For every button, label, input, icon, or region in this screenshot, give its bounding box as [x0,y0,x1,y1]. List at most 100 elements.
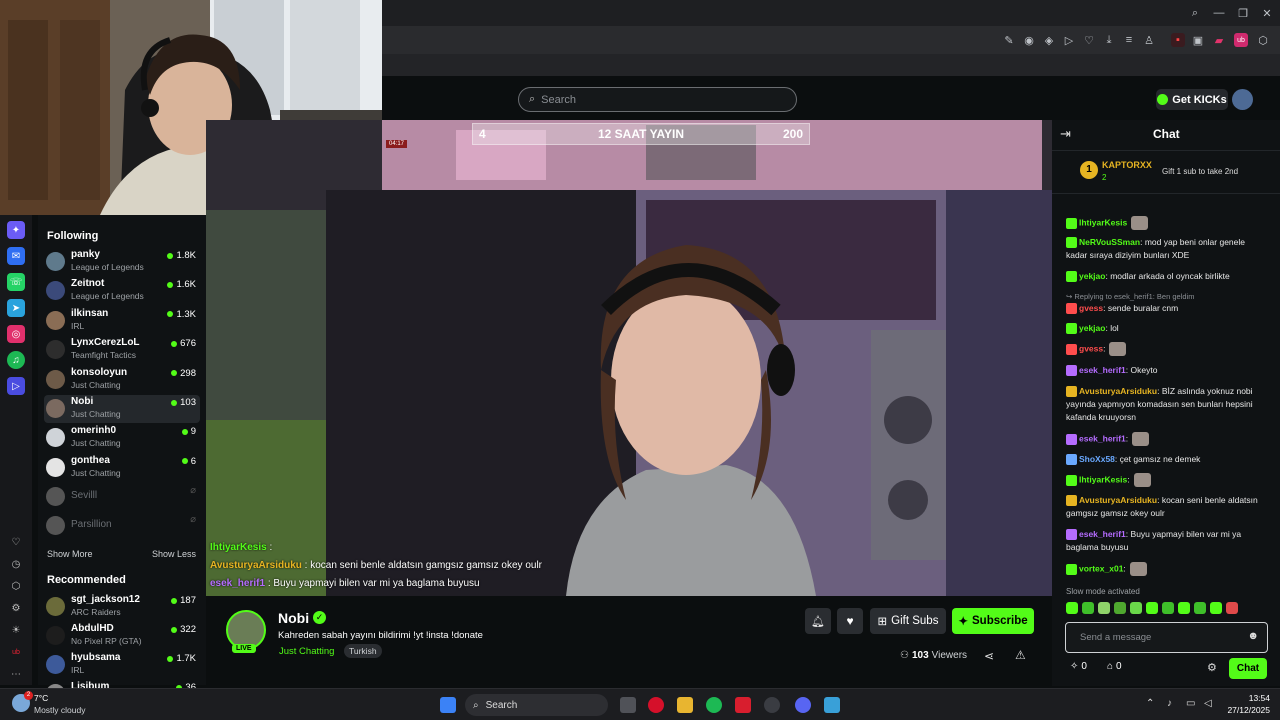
video-player[interactable]: 4 12 SAAT YAYIN 200 04:17 IhtiyarKesis :… [206,120,1052,596]
play-icon[interactable]: ▷ [1062,33,1076,47]
emote-icon[interactable] [1226,602,1238,614]
ublock-icon[interactable]: ub [7,643,25,661]
share-icon[interactable]: ⋖ [984,649,994,663]
sidebar-channel[interactable]: panky League of Legends 1.8K [44,248,200,276]
file-explorer-icon[interactable] [677,697,693,713]
settings-icon[interactable]: ⚙ [7,599,25,617]
sidebar-channel[interactable]: Zeitnot League of Legends 1.6K [44,277,200,305]
clock-time[interactable]: 13:54 [1222,693,1270,703]
sidebar-offline-channel[interactable]: Sevilll ⌀ [44,483,200,511]
channel-name[interactable]: Nobi [278,610,309,626]
close-icon[interactable]: ✕ [1260,6,1274,20]
category-link[interactable]: Just Chatting [279,646,334,657]
more-icon[interactable]: ⋯ [7,665,25,683]
extension-icon[interactable]: ▰ [1212,33,1226,47]
store-counter[interactable]: ⌂ 0 [1107,661,1122,672]
chat-username[interactable]: esek_herif1 [1079,529,1126,539]
chat-username[interactable]: gvess [1079,343,1103,353]
emote-icon[interactable] [1098,602,1110,614]
chat-username[interactable]: esek_herif1 [1079,433,1126,443]
notification-bell-button[interactable]: 🔔︎ [805,608,831,634]
history-icon[interactable]: ◷ [7,555,25,573]
emote-icon[interactable] [1146,602,1158,614]
emote-icon[interactable] [1194,602,1206,614]
sidebar-channel[interactable]: gonthea Just Chatting 6 [44,454,200,482]
chat-username[interactable]: yekjao [1079,323,1105,333]
sidebar-channel[interactable]: konsoloyun Just Chatting 298 [44,366,200,394]
chat-username[interactable]: ShoXx58 [1079,454,1115,464]
user-avatar[interactable] [1232,89,1253,110]
sidebar-channel[interactable]: ilkinsan IRL 1.3K [44,307,200,335]
player-icon[interactable]: ▷ [7,377,25,395]
sidebar-channel[interactable]: LynxCerezLoL Teamfight Tactics 676 [44,336,200,364]
collapse-chat-icon[interactable]: ⇥ [1060,126,1071,142]
chat-username[interactable]: esek_herif1 [1079,365,1126,375]
sidebar-channel[interactable]: Nobi Just Chatting 103 [44,395,200,423]
follow-button[interactable]: ♥ [837,608,863,634]
minimize-icon[interactable]: — [1212,6,1226,20]
gift-subs-button[interactable]: ⊞ Gift Subs [870,608,946,634]
steam-icon[interactable] [764,697,780,713]
download-icon[interactable]: ⤓ [1102,33,1116,47]
sidebar-channel[interactable]: hyubsama IRL 1.7K [44,651,200,679]
leaderboard-user[interactable]: KAPTORXX [1102,160,1152,170]
sidebar-channel[interactable]: omerinh0 Just Chatting 9 [44,424,200,452]
sidebar-channel[interactable]: AbdulHD No Pixel RP (GTA) 322 [44,622,200,650]
chat-username[interactable]: NeRVouSSman [1079,237,1140,247]
cube-icon[interactable]: ⬡ [7,577,25,595]
chat-username[interactable]: yekjao [1079,271,1105,281]
chat-username[interactable]: AvusturyaArsiduku [1079,495,1157,505]
points-counter[interactable]: ✧ 0 [1070,661,1087,672]
chat-username[interactable]: vortex_x01 [1079,563,1123,573]
telegram-icon[interactable]: ➤ [7,299,25,317]
extension-icon[interactable]: ub [1234,33,1248,47]
camera-icon[interactable]: ◉ [1022,33,1036,47]
emote-icon[interactable] [1114,602,1126,614]
spotify-icon[interactable] [706,697,722,713]
show-less-button[interactable]: Show Less [152,549,196,559]
extension-icon[interactable]: ▪ [1171,33,1185,47]
volume-icon[interactable]: ◁ [1204,698,1212,709]
emote-icon[interactable] [1210,602,1222,614]
profile-icon[interactable]: ♙ [1142,33,1156,47]
search-input[interactable]: ⌕ Search [518,87,797,112]
language-tag[interactable]: Turkish [344,644,382,658]
maximize-icon[interactable]: ❐ [1236,6,1250,20]
app-icon[interactable] [735,697,751,713]
emote-icon[interactable] [1178,602,1190,614]
extension-icon[interactable]: ▣ [1191,33,1205,47]
spotify-icon[interactable]: ♫ [7,351,25,369]
emote-icon[interactable] [1130,602,1142,614]
edit-icon[interactable]: ✎ [1002,33,1016,47]
chat-username[interactable]: IhtiyarKesis [1079,474,1127,484]
send-chat-button[interactable]: Chat [1229,658,1267,679]
chat-settings-icon[interactable]: ⚙ [1207,661,1217,674]
subscribe-button[interactable]: ✦ Subscribe [952,608,1034,634]
chat-username[interactable]: IhtiyarKesis [1079,217,1127,227]
emote-icon[interactable] [1082,602,1094,614]
chevron-up-icon[interactable]: ⌃ [1146,698,1154,709]
instagram-icon[interactable]: ◎ [7,325,25,343]
shield-icon[interactable]: ◈ [1042,33,1056,47]
heart-icon[interactable]: ♡ [7,533,25,551]
clock-date[interactable]: 27/12/2025 [1222,705,1270,715]
microphone-icon[interactable]: ♪ [1167,698,1172,709]
report-icon[interactable]: ⚠ [1015,648,1026,662]
menu-icon[interactable]: ≡ [1122,33,1136,47]
sidebar-offline-channel[interactable]: Parsillion ⌀ [44,512,200,540]
whatsapp-icon[interactable]: ☏ [7,273,25,291]
heart-icon[interactable]: ♡ [1082,33,1096,47]
aria-icon[interactable]: ✦ [7,221,25,239]
search-icon[interactable]: ⌕ [1188,6,1202,20]
task-view-icon[interactable] [620,697,636,713]
emote-icon[interactable] [1162,602,1174,614]
notepad-icon[interactable] [824,697,840,713]
show-more-button[interactable]: Show More [47,549,93,559]
chat-username[interactable]: gvess [1079,303,1103,313]
network-icon[interactable]: ▭ [1186,698,1195,709]
get-kicks-button[interactable]: Get KICKs [1156,89,1228,110]
emoji-icon[interactable]: ☻ [1247,630,1259,642]
messenger-icon[interactable]: ✉ [7,247,25,265]
discord-icon[interactable] [795,697,811,713]
bulb-icon[interactable]: ☀ [7,621,25,639]
